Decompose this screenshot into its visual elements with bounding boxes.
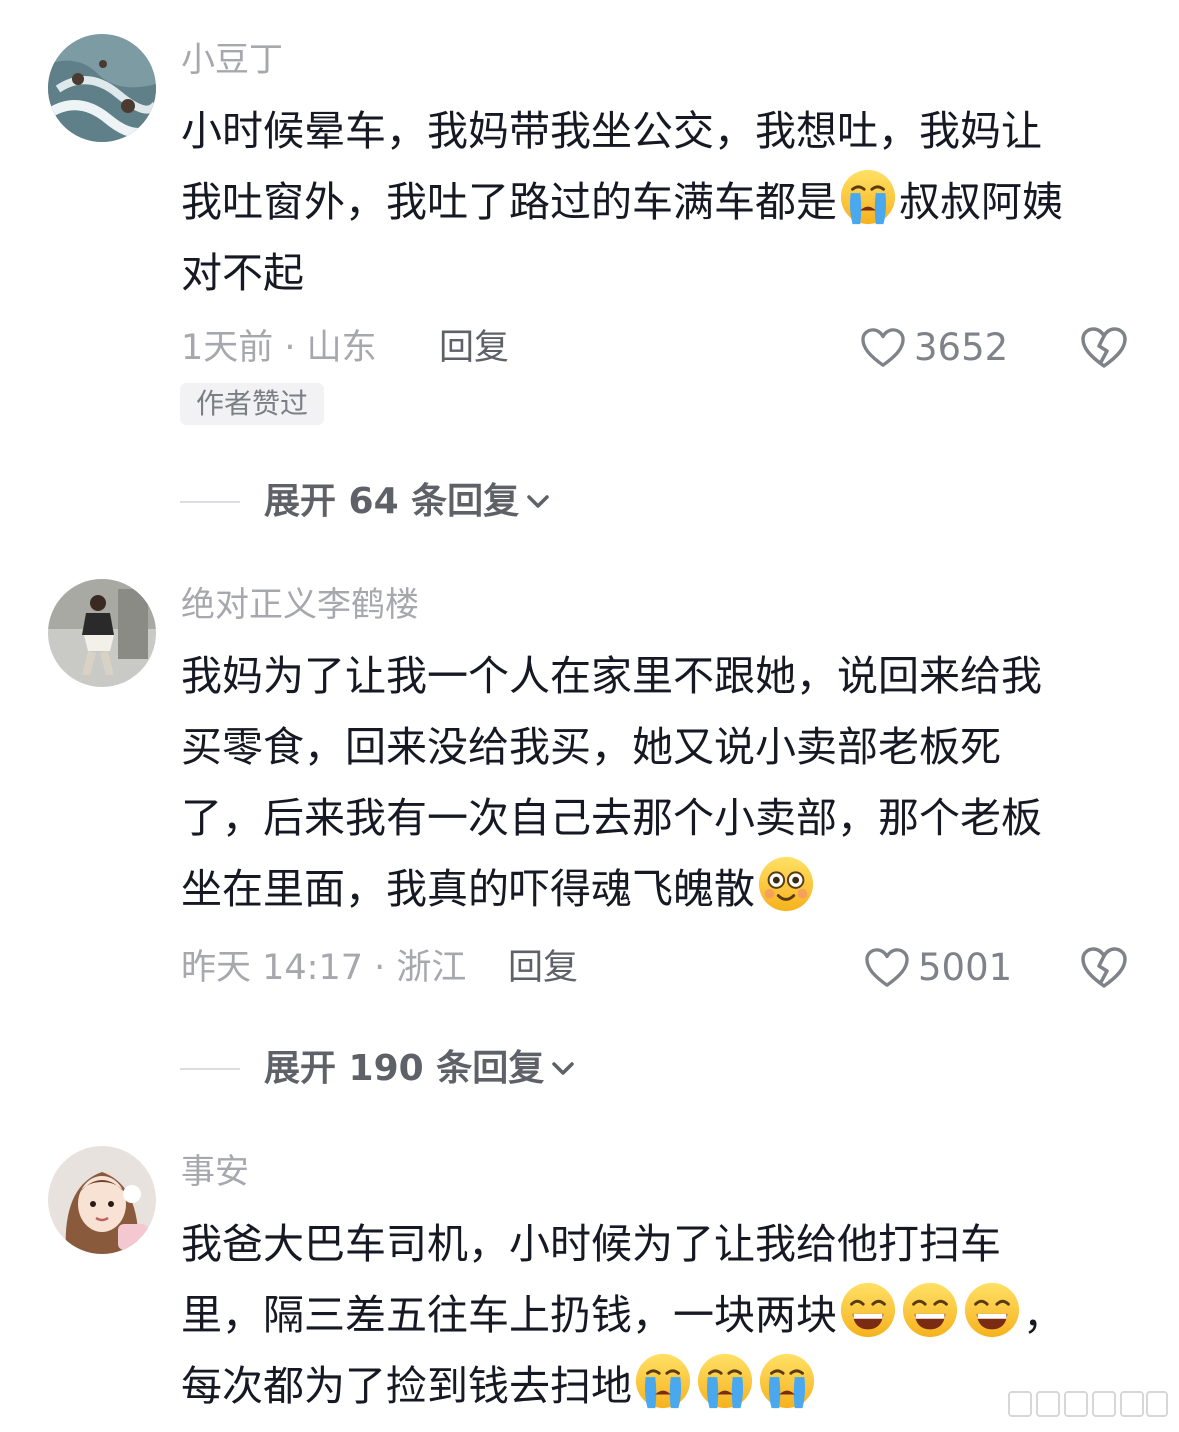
grinning-emoji bbox=[839, 1281, 897, 1339]
comment-text-segment: 每次都为了捡到钱去扫地 bbox=[181, 1362, 632, 1410]
loudly-crying-emoji bbox=[696, 1352, 754, 1410]
heart-outline-icon bbox=[860, 327, 906, 369]
comment-meta: 1天前 · 山东 bbox=[181, 328, 377, 368]
broken-heart-icon bbox=[1080, 326, 1128, 370]
comment-text-line: 我妈为了让我一个人在家里不跟她，说回来给我 bbox=[181, 652, 1042, 700]
author-liked-badge: 作者赞过 bbox=[180, 383, 324, 425]
like-count: 3652 bbox=[914, 326, 1009, 369]
grinning-emoji bbox=[901, 1281, 959, 1339]
broken-heart-icon bbox=[1080, 946, 1128, 990]
loudly-crying-emoji bbox=[839, 168, 897, 226]
heart-outline-icon bbox=[864, 947, 910, 989]
reply-button[interactable]: 回复 bbox=[439, 326, 509, 370]
comment-text-line: 我爸大巴车司机，小时候为了让我给他打扫车 bbox=[181, 1220, 1001, 1268]
comment-text: 小时候晕车，我妈带我坐公交，我想吐，我妈让 我吐窗外，我吐了路过的车满车都是 叔叔… bbox=[181, 96, 1141, 309]
comment-text-segment: ， bbox=[1023, 1291, 1064, 1339]
loudly-crying-emoji bbox=[634, 1352, 692, 1410]
loudly-crying-emoji bbox=[758, 1352, 816, 1410]
comment-text-line: 坐在里面，我真的吓得魂飞魄散 bbox=[181, 854, 1141, 925]
expand-replies-label: 展开 190 条回复 bbox=[264, 1048, 545, 1089]
like-count: 5001 bbox=[918, 946, 1013, 989]
avatar[interactable] bbox=[48, 1146, 156, 1254]
like-button[interactable]: 5001 bbox=[864, 946, 1012, 990]
avatar-image bbox=[48, 34, 156, 142]
divider bbox=[180, 1068, 240, 1070]
comment-text: 我爸大巴车司机，小时候为了让我给他打扫车 里，隔三差五往车上扔钱，一块两块 ， 每… bbox=[181, 1209, 1141, 1422]
avatar-image bbox=[48, 579, 156, 687]
grinning-emoji bbox=[963, 1281, 1021, 1339]
comment-text-line: 里，隔三差五往车上扔钱，一块两块 ， bbox=[181, 1280, 1141, 1351]
comment-text: 我妈为了让我一个人在家里不跟她，说回来给我 买零食，回来没给我买，她又说小卖部老… bbox=[181, 641, 1141, 925]
dislike-button[interactable] bbox=[1080, 946, 1128, 990]
comment-text-line: 了，后来我有一次自己去那个小卖部，那个老板 bbox=[181, 794, 1042, 842]
expand-replies-button[interactable]: 展开 190 条回复 bbox=[180, 1047, 578, 1091]
comment-text-segment: 里，隔三差五往车上扔钱，一块两块 bbox=[181, 1291, 837, 1339]
comment-text-segment: 叔叔阿姨 bbox=[899, 178, 1063, 226]
comment-text-line: 小时候晕车，我妈带我坐公交，我想吐，我妈让 bbox=[181, 107, 1042, 155]
expand-replies-label: 展开 64 条回复 bbox=[264, 481, 520, 522]
comment-meta: 昨天 14:17 · 浙江 bbox=[181, 948, 467, 988]
avatar[interactable] bbox=[48, 34, 156, 142]
chevron-down-icon bbox=[548, 1054, 578, 1084]
dislike-button[interactable] bbox=[1080, 326, 1128, 370]
reply-button[interactable]: 回复 bbox=[508, 946, 578, 990]
avatar-image bbox=[48, 1146, 156, 1254]
divider bbox=[180, 501, 240, 503]
username[interactable]: 绝对正义李鹤楼 bbox=[181, 583, 419, 627]
username[interactable]: 小豆丁 bbox=[181, 38, 283, 82]
watermark-logo bbox=[1008, 1391, 1168, 1417]
comment-text-line: 买零食，回来没给我买，她又说小卖部老板死 bbox=[181, 723, 1001, 771]
avatar[interactable] bbox=[48, 579, 156, 687]
comment-text-segment: 我吐窗外，我吐了路过的车满车都是 bbox=[181, 178, 837, 226]
comment-text-line: 对不起 bbox=[181, 249, 304, 297]
comment-text-line: 每次都为了捡到钱去扫地 bbox=[181, 1351, 1141, 1422]
comment-text-line: 我吐窗外，我吐了路过的车满车都是 叔叔阿姨 bbox=[181, 167, 1141, 238]
expand-replies-button[interactable]: 展开 64 条回复 bbox=[180, 480, 553, 524]
comment-text-segment: 坐在里面，我真的吓得魂飞魄散 bbox=[181, 865, 755, 913]
username[interactable]: 事安 bbox=[181, 1150, 249, 1194]
dazed-emoji bbox=[757, 855, 815, 913]
like-button[interactable]: 3652 bbox=[860, 326, 1008, 370]
chevron-down-icon bbox=[523, 487, 553, 517]
